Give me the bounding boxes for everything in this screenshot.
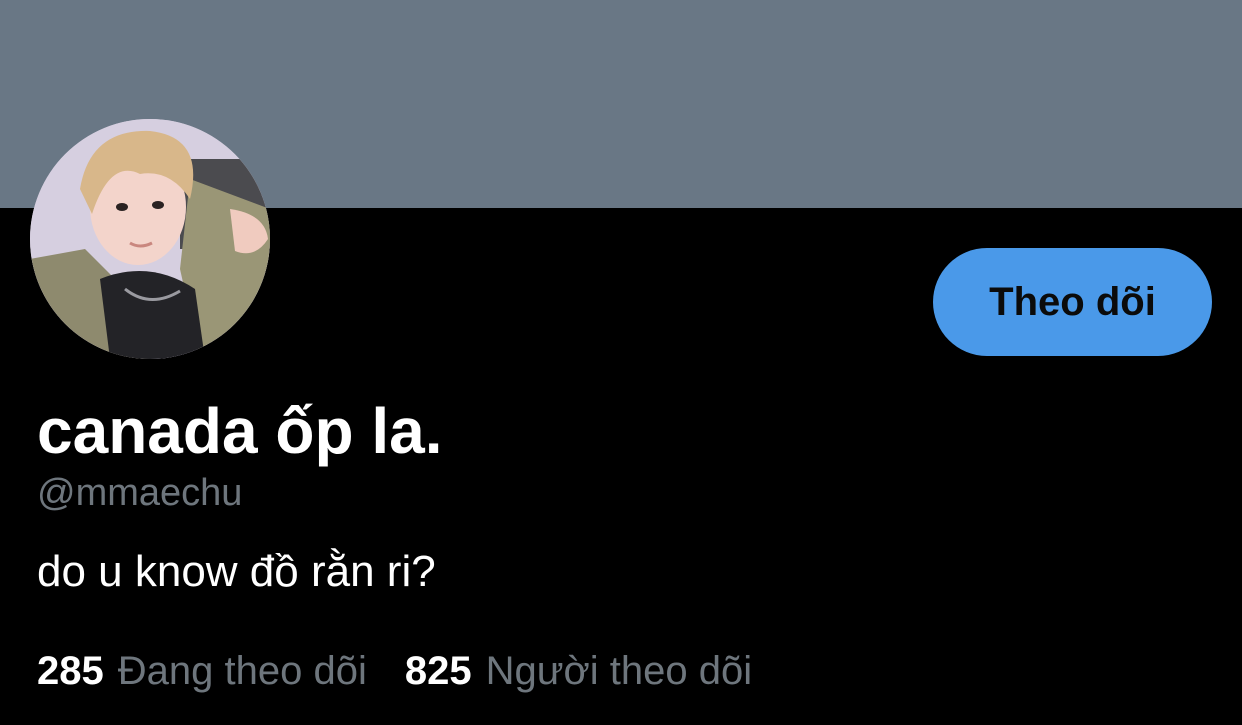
following-stat[interactable]: 285 Đang theo dõi [37,645,367,697]
followers-count: 825 [404,649,472,693]
profile-page: Theo dõi canada ốp la. @mmaechu do u kno… [0,0,1242,725]
avatar-photo [30,119,270,359]
profile-bio: do u know đồ rằn ri? [37,547,436,596]
display-name: canada ốp la. [37,395,443,467]
username-handle: @mmaechu [37,472,243,514]
avatar[interactable] [30,119,270,359]
followers-stat[interactable]: 825 Người theo dõi [405,645,752,697]
following-label: Đang theo dõi [117,649,367,693]
followers-label: Người theo dõi [485,649,753,693]
following-count: 285 [37,649,104,693]
follow-button[interactable]: Theo dõi [933,248,1212,356]
profile-stats: 285 Đang theo dõi 825 Người theo dõi [37,645,752,697]
